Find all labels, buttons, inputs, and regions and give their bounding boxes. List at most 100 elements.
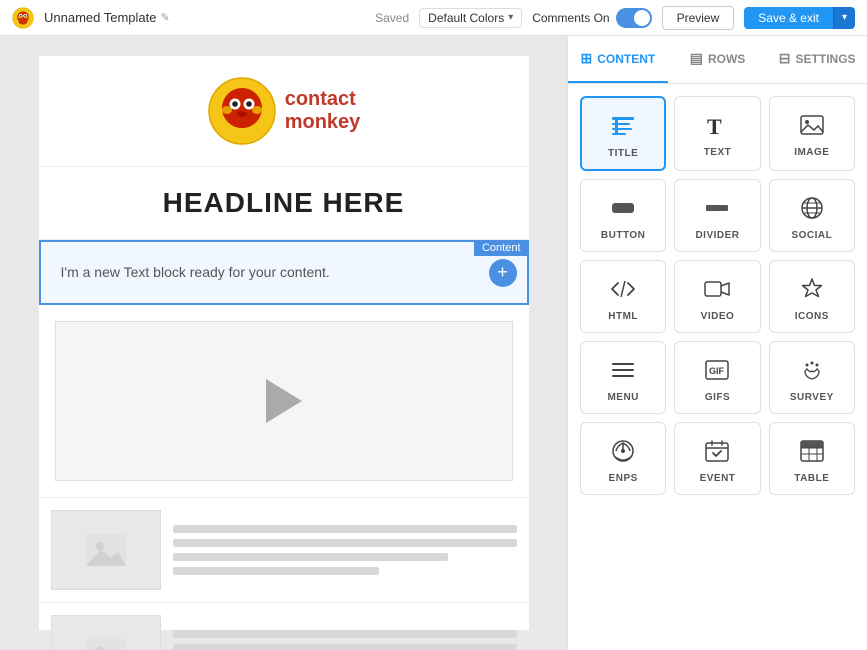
text-line <box>173 539 517 547</box>
button-label: BUTTON <box>601 230 645 241</box>
menu-icon <box>610 356 636 384</box>
email-template: contact monkey HEADLINE HERE Content I'm… <box>39 56 529 630</box>
text-lines-2 <box>173 615 517 650</box>
menu-label: MENU <box>607 392 638 403</box>
panel-tabs: ⊞ CONTENT ▤ ROWS ⊟ SETTINGS <box>568 36 867 84</box>
gifs-label: GIFS <box>705 392 730 403</box>
enps-label: ENPS <box>609 473 638 484</box>
content-items-grid: TITLE T TEXT <box>568 84 867 507</box>
text-line <box>173 630 517 638</box>
topbar: Unnamed Template ✎ Saved Default Colors … <box>0 0 867 36</box>
content-text: I'm a new Text block ready for your cont… <box>41 242 527 303</box>
content-item-gifs[interactable]: GIF GIFS <box>674 341 760 414</box>
app-logo <box>12 7 34 29</box>
content-item-icons[interactable]: ICONS <box>769 260 855 333</box>
save-exit-button[interactable]: Save & exit <box>744 7 833 29</box>
content-item-menu[interactable]: MENU <box>580 341 666 414</box>
save-dropdown-arrow[interactable]: ▾ <box>833 7 855 29</box>
add-content-button[interactable]: + <box>489 259 517 287</box>
tab-content-label: CONTENT <box>597 52 655 66</box>
save-exit-group: Save & exit ▾ <box>744 7 855 29</box>
content-item-button[interactable]: BUTTON <box>580 179 666 252</box>
text-line <box>173 567 379 575</box>
image-thumbnail-1 <box>51 510 161 590</box>
button-icon <box>610 194 636 222</box>
gifs-icon: GIF <box>704 356 730 384</box>
content-item-video[interactable]: VIDEO <box>674 260 760 333</box>
html-label: HTML <box>608 311 638 322</box>
svg-text:T: T <box>707 114 722 138</box>
video-block[interactable] <box>39 305 529 498</box>
template-header: contact monkey <box>39 56 529 167</box>
rows-tab-icon: ▤ <box>690 50 703 67</box>
content-item-enps[interactable]: ENPS <box>580 422 666 495</box>
image-label: IMAGE <box>794 147 829 158</box>
chevron-down-icon: ▾ <box>508 12 513 23</box>
enps-icon <box>610 437 636 465</box>
logo-container: contact monkey <box>207 76 361 146</box>
image-placeholder-icon <box>86 534 126 566</box>
html-icon <box>610 275 636 303</box>
colors-label: Default Colors <box>428 11 504 25</box>
table-icon <box>799 437 825 465</box>
title-icon <box>610 112 636 140</box>
text-line <box>173 553 448 561</box>
content-block[interactable]: Content I'm a new Text block ready for y… <box>39 240 529 305</box>
headline-text: HEADLINE HERE <box>59 187 509 219</box>
comments-toggle[interactable] <box>616 8 652 28</box>
content-item-event[interactable]: EVENT <box>674 422 760 495</box>
image-icon <box>799 111 825 139</box>
colors-dropdown[interactable]: Default Colors ▾ <box>419 8 522 28</box>
preview-button[interactable]: Preview <box>662 6 735 30</box>
text-line <box>173 644 517 650</box>
image-placeholder-icon-2 <box>86 639 126 650</box>
tab-settings[interactable]: ⊟ SETTINGS <box>767 36 867 83</box>
social-icon <box>799 194 825 222</box>
video-placeholder <box>55 321 513 481</box>
event-label: EVENT <box>700 473 736 484</box>
comments-toggle-group: Comments On <box>532 8 651 28</box>
video-label: VIDEO <box>701 311 735 322</box>
image-thumbnail-2 <box>51 615 161 650</box>
template-headline[interactable]: HEADLINE HERE <box>39 167 529 240</box>
tab-content[interactable]: ⊞ CONTENT <box>568 36 668 83</box>
survey-label: SURVEY <box>790 392 834 403</box>
text-icon: T <box>704 111 730 139</box>
table-label: TABLE <box>794 473 829 484</box>
content-tab-icon: ⊞ <box>580 50 592 67</box>
icons-icon <box>799 275 825 303</box>
event-icon <box>704 437 730 465</box>
video-icon <box>704 275 730 303</box>
tab-rows-label: ROWS <box>708 52 745 66</box>
contactmonkey-logo-icon <box>207 76 277 146</box>
tab-settings-label: SETTINGS <box>796 52 856 66</box>
social-label: SOCIAL <box>791 230 832 241</box>
settings-tab-icon: ⊟ <box>779 50 791 67</box>
content-item-social[interactable]: SOCIAL <box>769 179 855 252</box>
text-lines-1 <box>173 510 517 590</box>
svg-text:GIF: GIF <box>709 366 725 376</box>
image-text-row-2[interactable] <box>39 603 529 650</box>
text-line <box>173 525 517 533</box>
text-label: TEXT <box>704 147 732 158</box>
content-label-badge: Content <box>474 240 529 256</box>
comments-label: Comments On <box>532 11 609 25</box>
content-item-text[interactable]: T TEXT <box>674 96 760 171</box>
template-title: Unnamed Template ✎ <box>44 10 365 25</box>
content-item-html[interactable]: HTML <box>580 260 666 333</box>
content-item-table[interactable]: TABLE <box>769 422 855 495</box>
divider-icon <box>704 194 730 222</box>
edit-title-icon[interactable]: ✎ <box>161 11 170 24</box>
content-item-image[interactable]: IMAGE <box>769 96 855 171</box>
content-item-survey[interactable]: SURVEY <box>769 341 855 414</box>
image-text-row-1[interactable] <box>39 498 529 603</box>
content-item-title[interactable]: TITLE <box>580 96 666 171</box>
content-item-divider[interactable]: DIVIDER <box>674 179 760 252</box>
logo-monkey: monkey <box>285 111 361 134</box>
logo-text: contact monkey <box>285 88 361 134</box>
right-panel: ⊞ CONTENT ▤ ROWS ⊟ SETTINGS <box>567 36 867 650</box>
survey-icon <box>799 356 825 384</box>
logo-contact: contact <box>285 88 361 111</box>
tab-rows[interactable]: ▤ ROWS <box>668 36 768 83</box>
main-layout: contact monkey HEADLINE HERE Content I'm… <box>0 36 867 650</box>
